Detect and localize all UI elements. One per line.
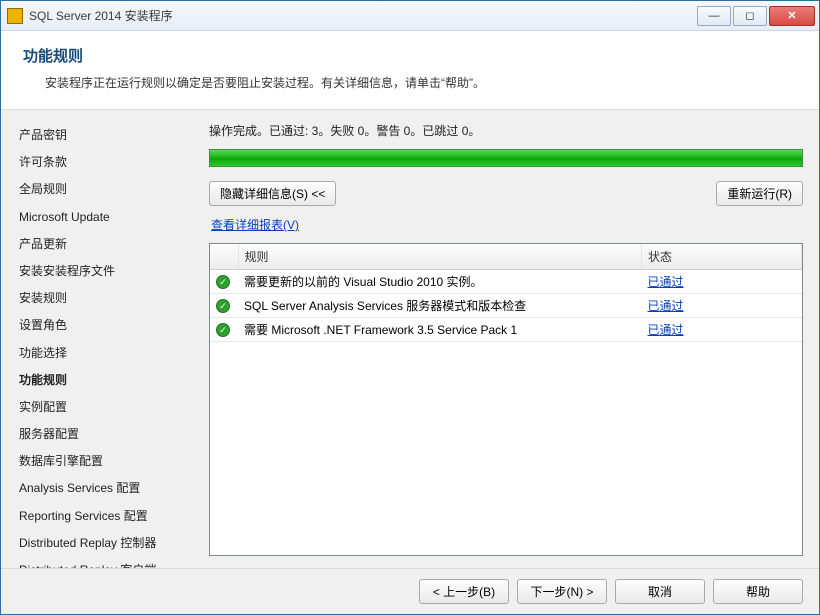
content: 操作完成。已通过: 3。失败 0。警告 0。已跳过 0。 隐藏详细信息(S) <… xyxy=(201,110,819,568)
sidebar-item[interactable]: 安装安装程序文件 xyxy=(19,258,201,285)
rule-status-cell: 已通过 xyxy=(642,294,802,318)
sidebar-item[interactable]: Microsoft Update xyxy=(19,204,201,231)
check-icon: ✓ xyxy=(216,275,230,289)
content-actions: 隐藏详细信息(S) << 重新运行(R) xyxy=(209,181,803,206)
check-icon: ✓ xyxy=(216,299,230,313)
sidebar-item[interactable]: 服务器配置 xyxy=(19,421,201,448)
window-title: SQL Server 2014 安装程序 xyxy=(29,7,697,24)
sidebar-item[interactable]: 安装规则 xyxy=(19,285,201,312)
col-header-status: 状态 xyxy=(642,244,802,270)
sidebar-item[interactable]: Reporting Services 配置 xyxy=(19,503,201,530)
rerun-button[interactable]: 重新运行(R) xyxy=(716,181,803,206)
page-subtitle: 安装程序正在运行规则以确定是否要阻止安装过程。有关详细信息，请单击“帮助”。 xyxy=(45,74,797,91)
close-button[interactable]: ✕ xyxy=(769,6,815,26)
app-icon xyxy=(7,8,23,24)
rule-status-link[interactable]: 已通过 xyxy=(648,323,684,337)
table-row: ✓ SQL Server Analysis Services 服务器模式和版本检查… xyxy=(210,294,802,318)
minimize-button[interactable]: — xyxy=(697,6,731,26)
hide-details-button[interactable]: 隐藏详细信息(S) << xyxy=(209,181,336,206)
sidebar-item[interactable]: 许可条款 xyxy=(19,149,201,176)
rule-name: 需要更新的以前的 Visual Studio 2010 实例。 xyxy=(238,270,642,294)
sidebar-item[interactable]: 实例配置 xyxy=(19,394,201,421)
titlebar: SQL Server 2014 安装程序 — ◻ ✕ xyxy=(1,1,819,31)
status-icon-cell: ✓ xyxy=(210,318,238,342)
back-button[interactable]: < 上一步(B) xyxy=(419,579,509,604)
rules-table: 规则 状态 ✓需要更新的以前的 Visual Studio 2010 实例。已通… xyxy=(210,244,802,342)
status-line: 操作完成。已通过: 3。失败 0。警告 0。已跳过 0。 xyxy=(209,122,803,139)
col-header-icon xyxy=(210,244,238,270)
rules-table-wrap: 规则 状态 ✓需要更新的以前的 Visual Studio 2010 实例。已通… xyxy=(209,243,803,556)
sidebar: 产品密钥许可条款全局规则Microsoft Update产品更新安装安装程序文件… xyxy=(1,110,201,568)
installer-window: SQL Server 2014 安装程序 — ◻ ✕ 功能规则 安装程序正在运行… xyxy=(0,0,820,615)
sidebar-item[interactable]: 产品更新 xyxy=(19,231,201,258)
page-title: 功能规则 xyxy=(23,45,797,66)
cancel-button[interactable]: 取消 xyxy=(615,579,705,604)
maximize-button[interactable]: ◻ xyxy=(733,6,767,26)
table-row: ✓ 需要 Microsoft .NET Framework 3.5 Service… xyxy=(210,318,802,342)
sidebar-item[interactable]: 功能选择 xyxy=(19,340,201,367)
sidebar-item[interactable]: 设置角色 xyxy=(19,312,201,339)
body: 产品密钥许可条款全局规则Microsoft Update产品更新安装安装程序文件… xyxy=(1,110,819,568)
rule-status-link[interactable]: 已通过 xyxy=(648,299,684,313)
check-icon: ✓ xyxy=(216,323,230,337)
window-buttons: — ◻ ✕ xyxy=(697,6,815,26)
rule-name: 需要 Microsoft .NET Framework 3.5 Service … xyxy=(238,318,642,342)
progress-bar xyxy=(209,149,803,167)
rule-name: SQL Server Analysis Services 服务器模式和版本检查 xyxy=(238,294,642,318)
sidebar-item[interactable]: 功能规则 xyxy=(19,367,201,394)
sidebar-item[interactable]: Distributed Replay 控制器 xyxy=(19,530,201,557)
footer: < 上一步(B) 下一步(N) > 取消 帮助 xyxy=(1,568,819,614)
sidebar-item[interactable]: 产品密钥 xyxy=(19,122,201,149)
next-button[interactable]: 下一步(N) > xyxy=(517,579,607,604)
rule-status-cell: 已通过 xyxy=(642,318,802,342)
table-row: ✓ 需要更新的以前的 Visual Studio 2010 实例。已通过 xyxy=(210,270,802,294)
sidebar-item[interactable]: Analysis Services 配置 xyxy=(19,475,201,502)
status-icon-cell: ✓ xyxy=(210,294,238,318)
sidebar-item[interactable]: 数据库引擎配置 xyxy=(19,448,201,475)
page-header: 功能规则 安装程序正在运行规则以确定是否要阻止安装过程。有关详细信息，请单击“帮… xyxy=(1,31,819,110)
status-icon-cell: ✓ xyxy=(210,270,238,294)
rule-status-link[interactable]: 已通过 xyxy=(648,275,684,289)
rule-status-cell: 已通过 xyxy=(642,270,802,294)
help-button[interactable]: 帮助 xyxy=(713,579,803,604)
col-header-rule: 规则 xyxy=(238,244,642,270)
sidebar-item[interactable]: 全局规则 xyxy=(19,176,201,203)
view-report-link[interactable]: 查看详细报表(V) xyxy=(211,216,803,233)
